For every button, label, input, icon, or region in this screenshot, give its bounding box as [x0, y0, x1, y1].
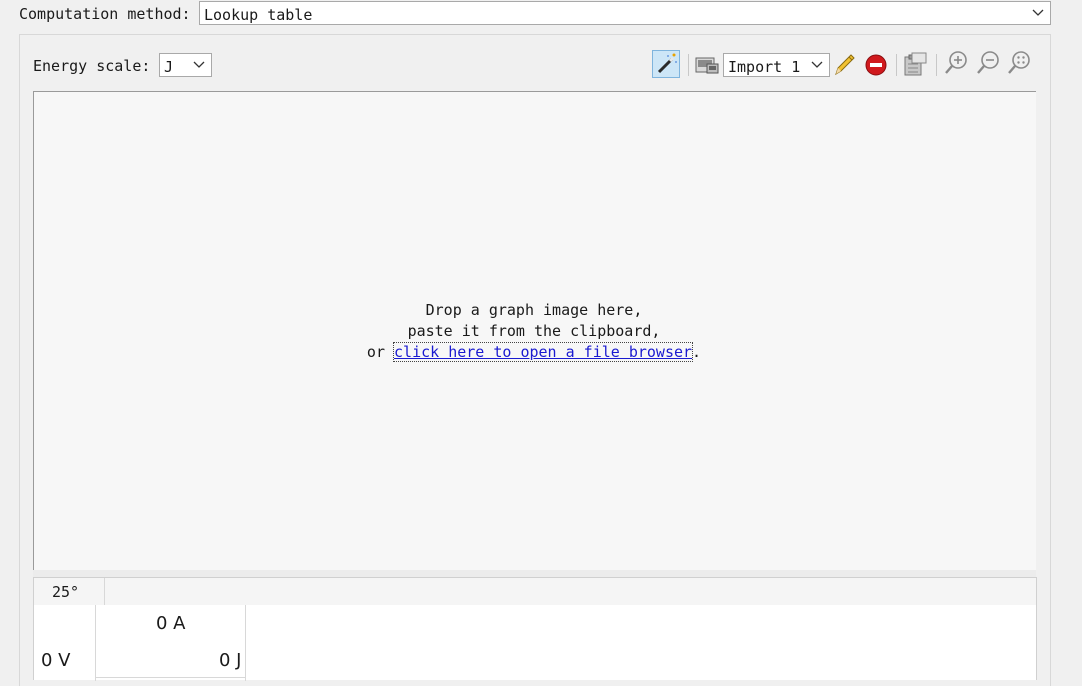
pencil-icon — [835, 54, 855, 76]
drop-line-3-prefix: or — [366, 343, 395, 361]
zoom-out-icon — [977, 51, 999, 74]
tab-strip — [105, 578, 1036, 605]
computation-method-value: Lookup table — [204, 6, 313, 24]
zoom-in-icon — [945, 51, 967, 74]
drop-line-3-suffix: . — [692, 343, 702, 361]
canvas-bottom-strip — [33, 570, 1036, 577]
open-file-browser-link[interactable]: click here to open a file browser — [393, 342, 694, 362]
zoom-out-button[interactable] — [975, 50, 1003, 78]
zoom-fit-button[interactable] — [1006, 50, 1034, 78]
magic-wand-icon — [657, 53, 677, 74]
results-table: 25° 0 A 0 V 0 J — [33, 577, 1037, 681]
zoom-in-button[interactable] — [943, 50, 971, 78]
table-cell-voltage: 0 V — [41, 650, 71, 671]
table-cell-energy: 0 J — [219, 650, 242, 671]
import-image-button[interactable] — [694, 51, 722, 79]
delete-button[interactable] — [863, 51, 891, 79]
auto-trace-button[interactable] — [652, 50, 680, 78]
draw-button[interactable] — [832, 51, 860, 79]
drop-line-1: Drop a graph image here, — [425, 301, 643, 319]
drop-line-2: paste it from the clipboard, — [407, 322, 661, 340]
chevron-down-icon — [811, 61, 823, 68]
image-screen-icon — [695, 57, 719, 74]
graph-drop-area[interactable]: Drop a graph image here, paste it from t… — [33, 91, 1036, 570]
chevron-down-icon — [1032, 9, 1044, 16]
drop-line-3: or click here to open a file browser. — [34, 342, 1034, 363]
energy-scale-value: J — [164, 58, 174, 76]
import-value: Import 1 — [728, 58, 801, 76]
computation-method-select[interactable]: Lookup table — [199, 1, 1051, 25]
chevron-down-icon — [193, 61, 205, 68]
table-cell-current: 0 A — [156, 613, 186, 634]
zoom-fit-icon — [1008, 51, 1030, 74]
paste-button[interactable] — [902, 51, 930, 79]
tab-label: 25° — [52, 583, 80, 601]
computation-method-label: Computation method: — [19, 5, 191, 23]
tab-25-degrees[interactable]: 25° — [34, 578, 105, 605]
energy-scale-label: Energy scale: — [33, 57, 151, 75]
drop-instructions: Drop a graph image here, paste it from t… — [34, 300, 1034, 363]
delete-red-icon — [865, 54, 887, 76]
clipboard-icon — [904, 52, 927, 76]
window-right-edge — [1070, 0, 1082, 686]
import-select[interactable]: Import 1 — [723, 53, 830, 77]
energy-scale-select[interactable]: J — [159, 53, 212, 77]
